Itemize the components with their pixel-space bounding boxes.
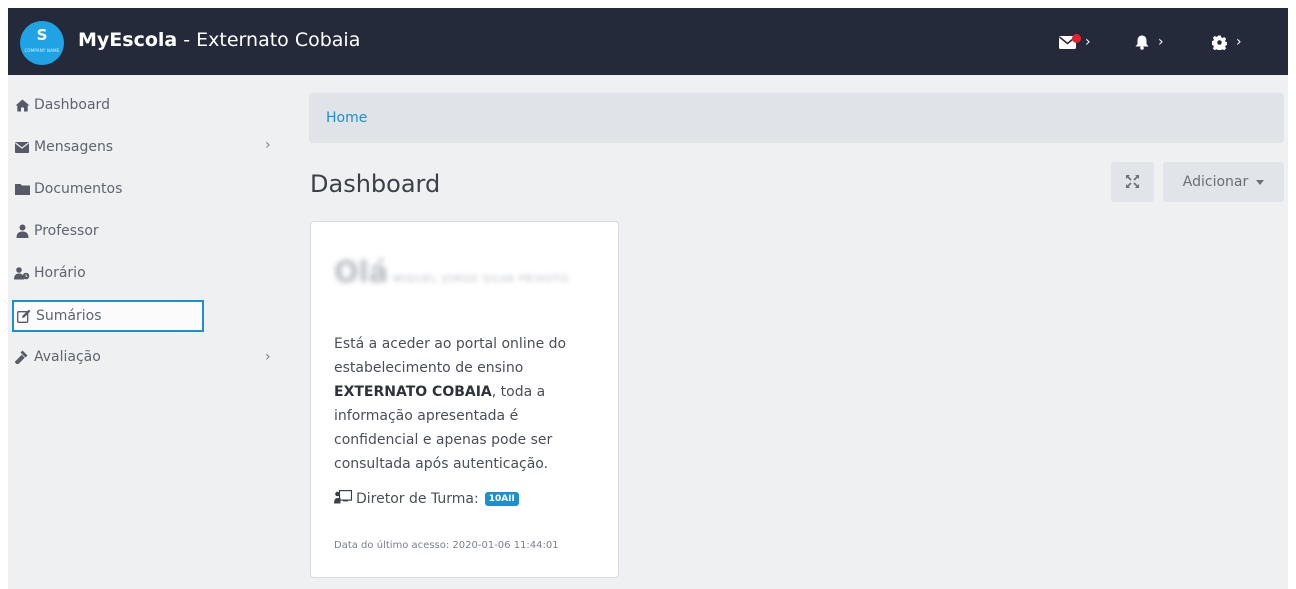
top-navbar: S COMPANY NAME MyEscola - Externato Coba… xyxy=(8,8,1288,75)
company-logo[interactable]: S COMPANY NAME xyxy=(20,21,64,65)
greeting-text: Olá xyxy=(334,255,389,289)
class-director: Diretor de Turma: 10AII xyxy=(334,490,519,508)
users-clock-icon xyxy=(14,265,30,281)
folder-icon xyxy=(14,181,30,197)
sidebar-item-label: Dashboard xyxy=(34,97,110,113)
app-title[interactable]: MyEscola - Externato Cobaia xyxy=(78,29,360,51)
breadcrumb: Home xyxy=(309,93,1284,143)
notification-dot xyxy=(1072,33,1081,43)
school-name-bold: EXTERNATO COBAIA xyxy=(334,384,492,400)
notifications-menu-button[interactable]: › xyxy=(1135,30,1164,54)
director-label: Diretor de Turma: xyxy=(356,491,479,507)
logo-caption: COMPANY NAME xyxy=(24,48,60,53)
add-dropdown-button[interactable]: Adicionar xyxy=(1163,162,1284,202)
sidebar-item-label: Documentos xyxy=(34,181,123,197)
bell-icon xyxy=(1135,35,1149,50)
chevron-right-icon: › xyxy=(1085,34,1091,50)
sidebar: Dashboard Mensagens › Documentos Profess… xyxy=(8,75,291,589)
welcome-card: Olá MIGUEL JORGE SILVA PEIXOTO Está a ac… xyxy=(310,221,619,578)
sidebar-item-horario[interactable]: Horário xyxy=(14,257,202,289)
sidebar-item-label: Horário xyxy=(34,265,86,281)
teacher-icon xyxy=(14,223,30,239)
sidebar-item-dashboard[interactable]: Dashboard xyxy=(14,89,202,121)
chevron-right-icon: › xyxy=(1236,34,1242,50)
envelope-icon xyxy=(14,139,30,155)
settings-menu-button[interactable]: › xyxy=(1212,30,1242,54)
sidebar-item-sumarios[interactable]: Sumários xyxy=(12,300,204,332)
caret-down-icon xyxy=(1256,179,1265,185)
sidebar-item-label: Sumários xyxy=(36,308,102,324)
gear-icon xyxy=(1212,34,1227,50)
sidebar-item-documentos[interactable]: Documentos xyxy=(14,173,202,205)
app-brand: MyEscola xyxy=(78,29,178,51)
gavel-icon xyxy=(14,349,30,365)
welcome-message: Está a aceder ao portal online do estabe… xyxy=(334,332,604,476)
fullscreen-button[interactable] xyxy=(1111,162,1154,202)
envelope-icon xyxy=(1059,33,1081,49)
chevron-right-icon[interactable]: › xyxy=(265,349,271,365)
app-window: S COMPANY NAME MyEscola - Externato Coba… xyxy=(8,8,1288,589)
main-content: Home Dashboard Adicionar Olá MIGUEL JORG… xyxy=(291,75,1288,589)
home-icon xyxy=(14,97,30,113)
sidebar-item-mensagens[interactable]: Mensagens xyxy=(14,131,202,163)
chalkboard-teacher-icon xyxy=(334,490,353,508)
user-name: MIGUEL JORGE SILVA PEIXOTO xyxy=(393,274,570,285)
add-button-label: Adicionar xyxy=(1182,174,1249,190)
sidebar-item-professor[interactable]: Professor xyxy=(14,215,202,247)
edit-icon xyxy=(16,308,32,324)
chevron-right-icon: › xyxy=(1158,34,1164,50)
messages-menu-button[interactable]: › xyxy=(1059,30,1091,54)
expand-icon xyxy=(1125,173,1140,192)
welcome-text-start: Está a aceder ao portal online do estabe… xyxy=(334,336,567,376)
sidebar-item-label: Mensagens xyxy=(34,139,114,155)
logo-letter: S xyxy=(36,26,48,44)
class-badge[interactable]: 10AII xyxy=(484,492,519,506)
chevron-right-icon[interactable]: › xyxy=(265,137,271,153)
last-access-date: Data do último acesso: 2020-01-06 11:44:… xyxy=(334,540,559,551)
sidebar-item-label: Avaliação xyxy=(34,349,101,365)
page-title: Dashboard xyxy=(310,170,441,198)
breadcrumb-home-link[interactable]: Home xyxy=(326,110,367,126)
sidebar-item-label: Professor xyxy=(34,223,99,239)
sidebar-item-avaliacao[interactable]: Avaliação xyxy=(14,341,202,373)
greeting: Olá MIGUEL JORGE SILVA PEIXOTO xyxy=(334,257,604,295)
school-name: - Externato Cobaia xyxy=(177,29,361,51)
